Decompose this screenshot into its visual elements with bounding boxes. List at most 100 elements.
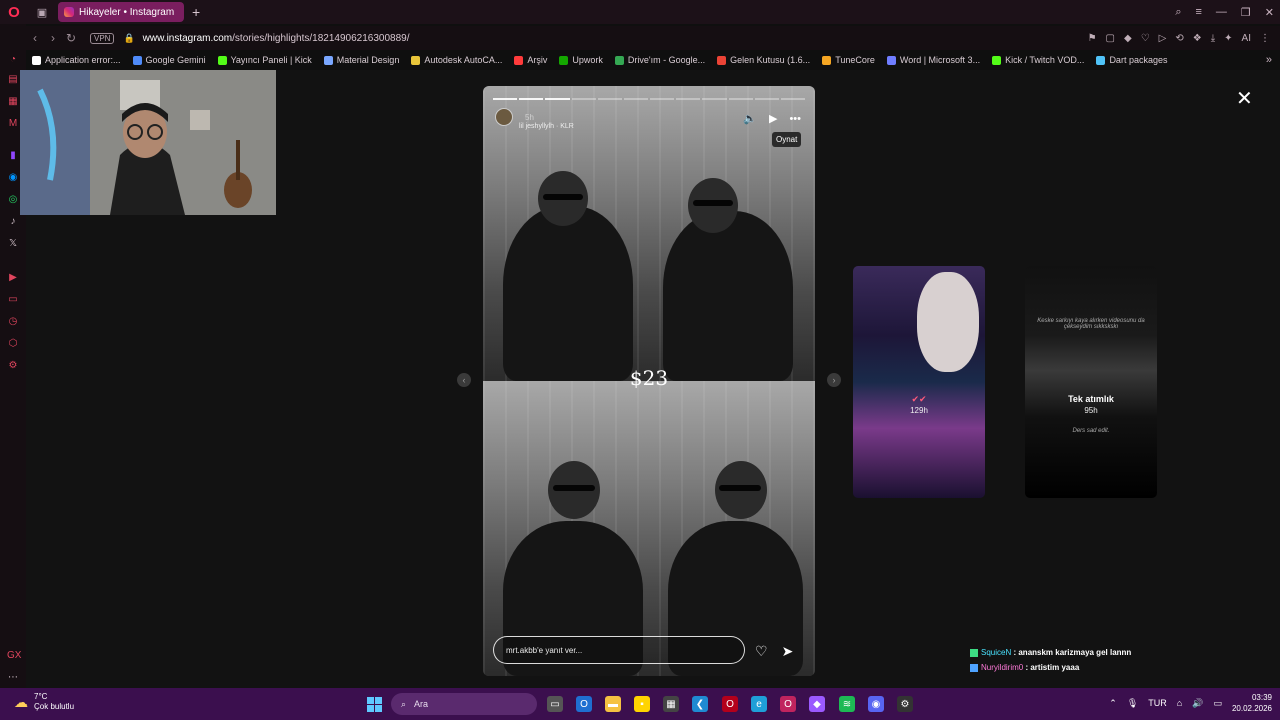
extensions-icon[interactable]: ❖	[1193, 33, 1202, 44]
maximize-button[interactable]: ❐	[1241, 6, 1251, 19]
messenger-icon[interactable]: ◉	[7, 172, 19, 184]
language-indicator[interactable]: TUR	[1148, 698, 1167, 708]
player-icon[interactable]: ▶	[7, 272, 19, 284]
lock-icon[interactable]: 🔒	[123, 33, 134, 44]
like-heart-icon[interactable]: ♡	[755, 643, 768, 660]
tab-instagram[interactable]: Hikayeler • Instagram	[58, 2, 184, 22]
bookmark-icon[interactable]: ⚑	[1088, 33, 1097, 44]
volume-icon[interactable]: 🔈	[743, 112, 757, 125]
story-controls: 🔈 ▶ •••	[743, 112, 801, 126]
tab-islands-icon[interactable]: ▣	[28, 0, 56, 24]
twitch-icon[interactable]: ▮	[7, 150, 19, 162]
bookmark-item[interactable]: Arşiv	[508, 55, 553, 65]
ai-label[interactable]: AI	[1242, 33, 1251, 44]
vscode-icon[interactable]: ❮	[692, 696, 708, 712]
next-story-button[interactable]: ›	[827, 373, 841, 387]
reload-button[interactable]: ↻	[62, 31, 80, 45]
archive-icon	[514, 55, 524, 65]
extensions-sidebar-icon[interactable]: ⬡	[7, 338, 19, 350]
bookmarks-overflow-icon[interactable]: »	[1266, 54, 1272, 66]
discord-icon[interactable]: ◉	[868, 696, 884, 712]
app-icon[interactable]: ◆	[809, 696, 825, 712]
avatar[interactable]	[495, 108, 513, 126]
whatsapp-icon[interactable]: ◎	[7, 194, 19, 206]
forward-button[interactable]: ›	[44, 31, 62, 45]
share-send-icon[interactable]: ➤	[782, 643, 794, 660]
bookmark-item[interactable]: Google Gemini	[127, 55, 212, 65]
tray-overflow-icon[interactable]: ⌃	[1109, 698, 1117, 709]
steam-icon[interactable]: ⚙	[897, 696, 913, 712]
story-card[interactable]: 5h lil jeshyllylh · KLR 🔈 ▶ ••• $23 mrt.…	[483, 86, 815, 676]
history-icon[interactable]: ◷	[7, 316, 19, 328]
opera-gx-icon[interactable]: O	[780, 696, 796, 712]
reply-input[interactable]: mrt.akbb'e yanıt ver...	[493, 636, 745, 664]
opera-logo-icon[interactable]: O	[0, 0, 28, 24]
shield-icon[interactable]: ◆	[1124, 33, 1132, 44]
bookmark-item[interactable]: Application error:...	[26, 55, 127, 65]
bookmark-item[interactable]: Gelen Kutusu (1.6...	[711, 55, 816, 65]
more-options-icon[interactable]: •••	[789, 113, 801, 125]
clock[interactable]: 03:39 20.02.2026	[1232, 692, 1272, 714]
start-button[interactable]	[367, 697, 382, 712]
aria-sidebar-icon[interactable]: ◔	[7, 54, 19, 66]
spotify-icon[interactable]: ≋	[839, 696, 855, 712]
weather-widget[interactable]: ☁ 7°C Çok bulutlu	[14, 692, 74, 712]
bookmark-item[interactable]: Upwork	[553, 55, 609, 65]
task-view-icon[interactable]: ▭	[547, 696, 563, 712]
workspaces-icon[interactable]: ▤	[7, 74, 19, 86]
back-button[interactable]: ‹	[26, 31, 44, 45]
file-explorer-icon[interactable]: ▬	[605, 696, 621, 712]
bookmark-item[interactable]: TuneCore	[816, 55, 881, 65]
bookmark-item[interactable]: Dart packages	[1090, 55, 1173, 65]
bookmark-item[interactable]: Autodesk AutoCA...	[405, 55, 508, 65]
close-story-button[interactable]: ✕	[1236, 86, 1253, 111]
opera-taskbar-icon[interactable]: O	[722, 696, 738, 712]
play-icon[interactable]: ▷	[1159, 33, 1167, 44]
snapshot-icon[interactable]: ▢	[1106, 33, 1115, 44]
tiktok-icon[interactable]: ♪	[7, 216, 19, 228]
bookmark-item[interactable]: Drive'ım - Google...	[609, 55, 711, 65]
chat-badge-icon	[970, 663, 978, 672]
next-story-preview[interactable]: ✔✔ 129h	[853, 266, 985, 498]
taskbar-search[interactable]: ⌕ Ara	[391, 693, 537, 715]
flow-icon[interactable]: ⟲	[1175, 33, 1183, 44]
chat-message: Nuryildirim0 : artistim yaaa	[970, 660, 1131, 675]
download-icon[interactable]: ⤓	[1211, 33, 1215, 44]
vpn-badge[interactable]: VPN	[90, 32, 115, 44]
webcam-feed	[20, 70, 276, 215]
search-tabs-icon[interactable]: ⌕	[1175, 6, 1181, 19]
bookmark-item[interactable]: Yayıncı Paneli | Kick	[212, 55, 318, 65]
url-field[interactable]: www.instagram.com/stories/highlights/182…	[143, 33, 410, 44]
outlook-icon[interactable]: O	[576, 696, 592, 712]
edge-icon[interactable]: e	[751, 696, 767, 712]
gx-icon[interactable]: GX	[7, 650, 21, 662]
easy-setup-icon[interactable]: ≡	[1195, 6, 1201, 18]
minimize-button[interactable]: —	[1216, 6, 1227, 18]
aria-icon[interactable]: ✦	[1224, 33, 1232, 44]
sticky-notes-icon[interactable]: ▪	[634, 696, 650, 712]
bookmark-item[interactable]: Material Design	[318, 55, 406, 65]
sidebar-more-icon[interactable]: ⋯	[7, 672, 19, 684]
person-figure	[663, 211, 793, 381]
story-music-label[interactable]: lil jeshyllylh · KLR	[519, 123, 574, 130]
play-button-icon[interactable]: ▶	[769, 112, 777, 125]
bookmark-item[interactable]: Kick / Twitch VOD...	[986, 55, 1090, 65]
battery-icon[interactable]: ▭	[1213, 698, 1222, 709]
new-tab-button[interactable]: +	[192, 4, 200, 20]
microphone-icon[interactable]: 🎙	[1127, 698, 1138, 709]
store-icon[interactable]: ▦	[663, 696, 679, 712]
mail-icon[interactable]: M	[7, 118, 19, 130]
speaker-icon[interactable]: 🔊	[1192, 698, 1203, 709]
network-icon[interactable]: ⌂	[1177, 698, 1182, 708]
next-story-preview[interactable]: Keske sarkıyı kaya alırken videosunu da …	[1025, 266, 1157, 498]
heart-icon[interactable]: ♡	[1141, 33, 1150, 44]
progress-segment	[650, 98, 675, 100]
close-window-button[interactable]: ✕	[1265, 6, 1274, 19]
wallet-icon[interactable]: ▭	[7, 294, 19, 306]
previous-story-button[interactable]: ‹	[457, 373, 471, 387]
menu-icon[interactable]: ⋮	[1260, 33, 1270, 44]
settings-icon[interactable]: ⚙	[7, 360, 19, 372]
bookmark-item[interactable]: Word | Microsoft 3...	[881, 55, 986, 65]
tabs-icon[interactable]: ▦	[7, 96, 19, 108]
x-icon[interactable]: 𝕏	[7, 238, 19, 250]
